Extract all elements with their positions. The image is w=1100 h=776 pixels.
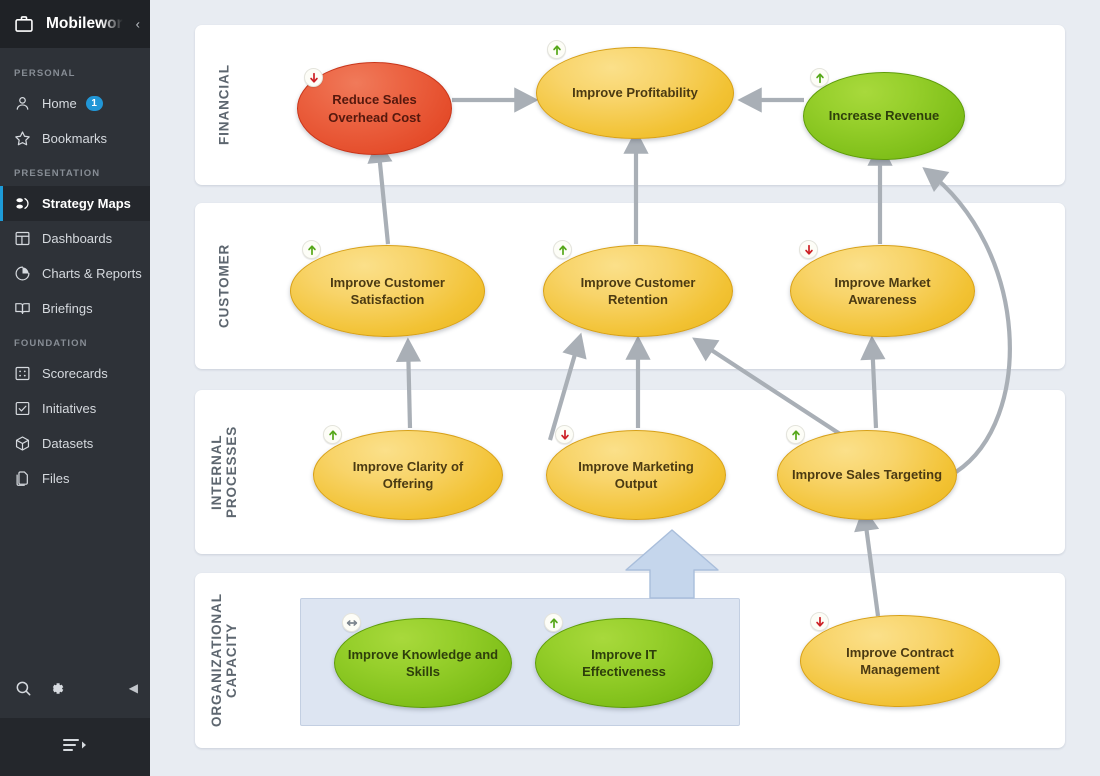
- sidebar-nav: PERSONAL Home 1 Bookmarks PRESENTATION S…: [0, 48, 150, 658]
- sidebar: Mobilewor ‹ PERSONAL Home 1 Bookmarks PR…: [0, 0, 150, 776]
- sidebar-tools: ◀: [0, 658, 150, 718]
- sidebar-item-files[interactable]: Files: [0, 461, 150, 496]
- sidebar-item-briefings[interactable]: Briefings: [0, 291, 150, 326]
- filter-list-icon[interactable]: [61, 735, 89, 760]
- sidebar-item-label: Initiatives: [42, 401, 97, 416]
- node-improve-clarity-of-offering[interactable]: Improve Clarity of Offering: [313, 430, 503, 520]
- sidebar-section-presentation: PRESENTATION: [14, 168, 101, 179]
- trend-indicator-up: [810, 68, 829, 87]
- sidebar-item-dashboards[interactable]: Dashboards: [0, 221, 150, 256]
- trend-indicator-down: [810, 612, 829, 631]
- sidebar-item-label: Home: [42, 96, 77, 111]
- book-icon: [14, 300, 31, 317]
- sidebar-item-label: Charts & Reports: [42, 266, 142, 281]
- sidebar-item-home[interactable]: Home 1: [0, 86, 150, 121]
- node-improve-it-effectiveness[interactable]: Improve IT Effectiveness: [535, 618, 713, 708]
- sidebar-item-strategy-maps[interactable]: Strategy Maps: [0, 186, 150, 221]
- node-label: Improve Customer Satisfaction: [330, 274, 445, 307]
- sidebar-item-label: Briefings: [42, 301, 93, 316]
- node-increase-revenue[interactable]: Increase Revenue: [803, 72, 965, 160]
- node-improve-customer-retention[interactable]: Improve Customer Retention: [543, 245, 733, 337]
- node-improve-market-awareness[interactable]: Improve Market Awareness: [790, 245, 975, 337]
- dashboard-icon: [14, 230, 31, 247]
- pie-chart-icon: [14, 265, 31, 282]
- trend-indicator-up: [544, 613, 563, 632]
- node-improve-knowledge-and-skills[interactable]: Improve Knowledge and Skills: [334, 618, 512, 708]
- node-improve-profitability[interactable]: Improve Profitability: [536, 47, 734, 139]
- sidebar-section-foundation: FOUNDATION: [14, 338, 88, 349]
- node-label: Improve Marketing Output: [578, 458, 694, 491]
- sidebar-item-bookmarks[interactable]: Bookmarks: [0, 121, 150, 156]
- perspective-label: CUSTOMER: [216, 243, 232, 329]
- sidebar-item-charts-reports[interactable]: Charts & Reports: [0, 256, 150, 291]
- capacity-to-process-block-arrow: [625, 529, 719, 599]
- app-title: Mobilewor: [46, 15, 123, 32]
- home-badge: 1: [85, 96, 103, 111]
- cube-icon: [14, 435, 31, 452]
- sidebar-item-label: Bookmarks: [42, 131, 108, 146]
- node-label: Increase Revenue: [828, 108, 940, 124]
- sidebar-item-datasets[interactable]: Datasets: [0, 426, 150, 461]
- trend-indicator-up: [553, 240, 572, 259]
- star-icon: [14, 130, 31, 147]
- strategy-map-icon: [14, 195, 31, 212]
- node-label: Improve Market Awareness: [834, 274, 931, 307]
- trend-indicator-down: [555, 425, 574, 444]
- search-icon[interactable]: [14, 679, 33, 698]
- application-window: Mobilewor ‹ PERSONAL Home 1 Bookmarks PR…: [0, 0, 1100, 776]
- files-icon: [14, 470, 31, 487]
- node-improve-marketing-output[interactable]: Improve Marketing Output: [546, 430, 726, 520]
- sidebar-header: Mobilewor ‹: [0, 0, 150, 48]
- node-label: Improve Contract Management: [846, 644, 954, 677]
- sidebar-item-initiatives[interactable]: Initiatives: [0, 391, 150, 426]
- perspective-label: INTERNAL PROCESSES: [208, 425, 239, 519]
- node-label: Improve Sales Targeting: [791, 467, 943, 483]
- perspective-label: ORGANIZATIONAL CAPACITY: [208, 593, 239, 728]
- node-improve-customer-satisfaction[interactable]: Improve Customer Satisfaction: [290, 245, 485, 337]
- node-label: Improve Clarity of Offering: [352, 458, 464, 491]
- sidebar-item-label: Files: [42, 471, 70, 486]
- checkbox-icon: [14, 400, 31, 417]
- trend-indicator-up: [323, 425, 342, 444]
- sidebar-footer[interactable]: [0, 718, 150, 776]
- node-improve-contract-management[interactable]: Improve Contract Management: [800, 615, 1000, 707]
- sidebar-section-personal: PERSONAL: [14, 68, 76, 79]
- scorecard-grid-icon: [14, 365, 31, 382]
- node-label: Improve Profitability: [572, 85, 698, 101]
- trend-indicator-up: [302, 240, 321, 259]
- node-label: Improve Knowledge and Skills: [347, 646, 499, 679]
- trend-indicator-flat: [342, 613, 361, 632]
- sidebar-item-label: Dashboards: [42, 231, 113, 246]
- sidebar-item-label: Strategy Maps: [42, 196, 131, 211]
- sidebar-item-scorecards[interactable]: Scorecards: [0, 356, 150, 391]
- perspective-label: FINANCIAL: [216, 64, 232, 146]
- node-label: Reduce Sales Overhead Cost: [328, 92, 421, 125]
- sidebar-item-label: Datasets: [42, 436, 94, 451]
- sidebar-item-label: Scorecards: [42, 366, 108, 381]
- user-icon: [14, 95, 31, 112]
- strategy-map-canvas[interactable]: FINANCIAL CUSTOMER INTERNAL PROCESSES OR…: [150, 0, 1100, 776]
- node-label: Improve Customer Retention: [580, 274, 696, 307]
- node-improve-sales-targeting[interactable]: Improve Sales Targeting: [777, 430, 957, 520]
- sidebar-collapse-button[interactable]: ‹: [136, 18, 140, 31]
- trend-indicator-down: [799, 240, 818, 259]
- trend-indicator-down: [304, 68, 323, 87]
- trend-indicator-up: [547, 40, 566, 59]
- gear-icon[interactable]: [47, 679, 66, 698]
- strategy-map: FINANCIAL CUSTOMER INTERNAL PROCESSES OR…: [150, 0, 1100, 776]
- sidebar-panel-collapse-button[interactable]: ◀: [129, 681, 138, 695]
- briefcase-icon: [14, 14, 34, 34]
- trend-indicator-up: [786, 425, 805, 444]
- node-label: Improve IT Effectiveness: [582, 646, 666, 679]
